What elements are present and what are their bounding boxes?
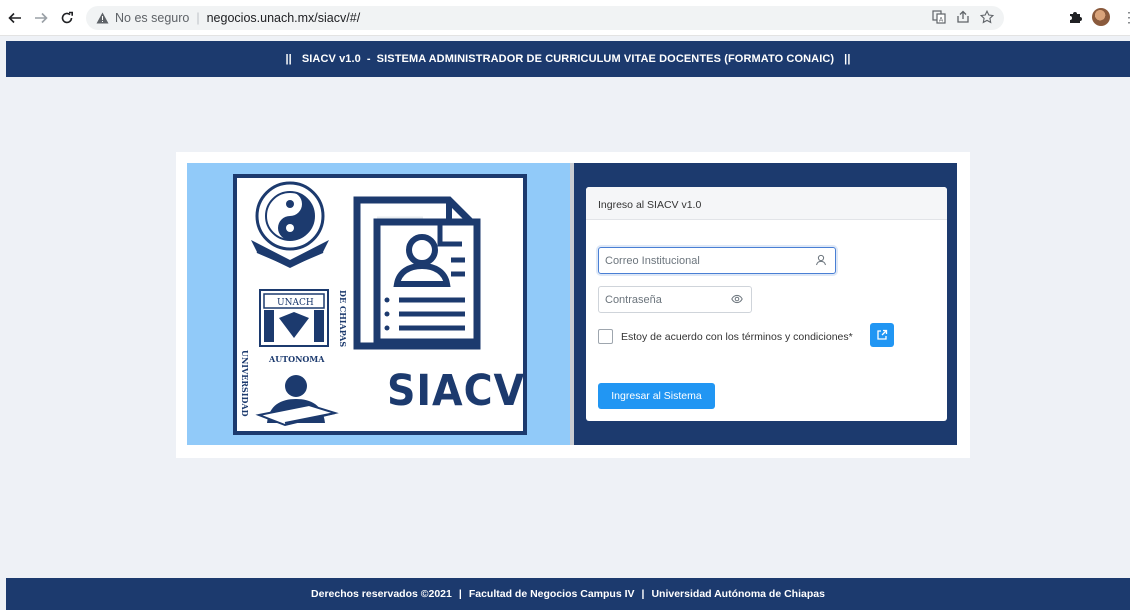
warning-icon [96,12,109,24]
email-field[interactable]: Correo Institucional [598,247,836,274]
siacv-logo-text: SIACV [387,366,526,416]
avatar[interactable] [1092,8,1110,26]
university-crest-icon: UNIVERSIDAD DE CHIAPAS UNACH AUTONOMA [240,289,348,417]
login-form: Ingreso al SIACV v1.0 Correo Institucion… [586,187,947,421]
footer-separator: | [641,588,645,600]
url-text[interactable]: negocios.unach.mx/siacv/#/ [207,11,361,25]
login-card: UNIVERSIDAD DE CHIAPAS UNACH AUTONOMA SI… [176,152,970,458]
address-bar[interactable]: No es seguro | negocios.unach.mx/siacv/#… [86,6,1004,30]
eye-icon[interactable] [731,293,743,305]
share-icon[interactable] [956,10,970,24]
crest-bottom-text: AUTONOMA [268,354,325,364]
crest-left-text: UNIVERSIDAD [240,350,250,417]
faculty-seal-icon [251,181,329,268]
footer-separator: | [458,588,462,600]
omnibox-actions: A [932,10,994,24]
header-right-bar: || [844,53,851,65]
url-separator: | [196,11,200,25]
login-submit-button[interactable]: Ingresar al Sistema [598,383,715,409]
star-icon[interactable] [980,10,994,24]
arrow-left-icon [8,12,21,23]
back-button[interactable] [4,7,26,29]
password-field[interactable]: Contraseña [598,286,752,313]
footer-faculty: Facultad de Negocios Campus IV [468,588,635,600]
logo-panel: UNIVERSIDAD DE CHIAPAS UNACH AUTONOMA SI… [187,163,570,445]
crest-badge-text: UNACH [277,298,314,308]
reload-button[interactable] [56,7,78,29]
password-placeholder: Contraseña [605,293,662,306]
terms-label[interactable]: Estoy de acuerdo con los términos y cond… [621,331,853,343]
extensions-area: ⋮ [1068,8,1130,26]
puzzle-icon[interactable] [1068,10,1082,24]
terms-checkbox[interactable] [598,329,613,344]
email-placeholder: Correo Institucional [605,254,700,267]
app-name: SIACV v1.0 [301,53,361,65]
browser-toolbar: No es seguro | negocios.unach.mx/siacv/#… [0,0,1130,36]
forward-button[interactable] [30,7,52,29]
header-dash: - [366,53,371,65]
open-terms-button[interactable] [870,323,894,347]
terms-row: Estoy de acuerdo con los términos y cond… [598,329,853,344]
security-label[interactable]: No es seguro [115,11,189,25]
login-title: Ingreso al SIACV v1.0 [586,187,947,220]
page-footer: Derechos reservados ©2021 | Facultad de … [6,578,1130,610]
login-panel: Ingreso al SIACV v1.0 Correo Institucion… [574,163,957,445]
app-header: || SIACV v1.0 - SISTEMA ADMINISTRADOR DE… [6,41,1130,77]
user-icon [816,254,826,266]
app-full-title: SISTEMA ADMINISTRADOR DE CURRICULUM VITA… [376,53,835,65]
footer-rights: Derechos reservados ©2021 [311,588,452,600]
footer-university: Universidad Autónoma de Chiapas [651,588,825,600]
kebab-menu-icon[interactable]: ⋮ [1122,9,1130,26]
crest-right-text: DE CHIAPAS [338,290,348,347]
arrow-right-icon [35,12,48,23]
teacher-icon [255,375,339,427]
curriculum-document-icon [353,196,481,350]
siacv-logo: UNIVERSIDAD DE CHIAPAS UNACH AUTONOMA SI… [233,174,527,435]
reload-icon [61,11,73,23]
translate-icon[interactable]: A [932,10,946,24]
external-link-icon [877,329,888,340]
header-left-bar: || [285,53,292,65]
